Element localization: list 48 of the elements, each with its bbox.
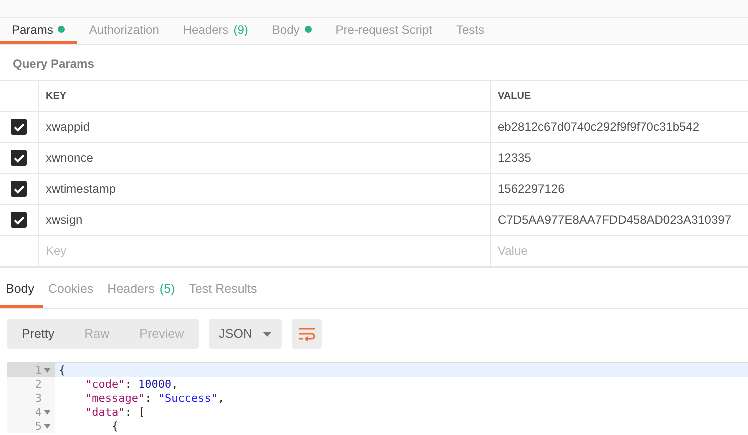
response-tab[interactable]: Test Results	[183, 278, 266, 308]
format-dropdown[interactable]: JSON	[209, 319, 282, 349]
checkbox[interactable]	[11, 150, 27, 166]
param-value-cell[interactable]: 1562297126	[490, 174, 748, 204]
request-tab[interactable]: Params	[0, 18, 78, 44]
wrap-lines-icon	[299, 327, 316, 341]
code-line: {	[58, 364, 66, 376]
param-key-cell[interactable]: xwtimestamp	[38, 174, 490, 204]
checkbox[interactable]	[11, 119, 27, 135]
param-value-cell[interactable]: eb2812c67d0740c292f9f9f70c31b542	[490, 112, 748, 142]
code-editor[interactable]: 1 { 2 "code": 10000, 3 "message": "Success", 4 "data": [ 5 {	[7, 362, 748, 435]
param-key-cell[interactable]: xwsign	[38, 205, 490, 235]
view-mode-button[interactable]: Pretty	[7, 319, 70, 349]
caret-icon	[263, 332, 272, 336]
wrap-lines-button[interactable]	[292, 319, 322, 349]
request-tab[interactable]: Authorization	[77, 18, 172, 44]
line-number: 3	[35, 392, 42, 404]
fold-caret-icon[interactable]	[44, 424, 51, 428]
request-tab[interactable]: Headers (9)	[171, 18, 260, 44]
param-key-cell[interactable]: xwnonce	[38, 143, 490, 173]
param-key-cell[interactable]: xwappid	[38, 112, 490, 142]
column-header: KEY	[38, 81, 490, 111]
request-tab[interactable]: Tests	[444, 18, 496, 44]
checkbox[interactable]	[11, 212, 27, 228]
request-tab[interactable]: Pre-request Script	[324, 18, 444, 44]
code-line: "data": [	[84, 406, 146, 418]
code-line: "message": "Success",	[84, 392, 225, 404]
check-icon	[14, 216, 24, 224]
line-number: 4	[35, 406, 42, 418]
line-number: 2	[35, 378, 42, 390]
column-header: VALUE	[490, 81, 748, 111]
response-tab[interactable]: Cookies	[42, 278, 102, 308]
code-line: {	[110, 420, 119, 432]
param-value-cell[interactable]: C7D5AA977E8AA7FDD458AD023A310397	[490, 205, 748, 235]
code-line: "code": 10000,	[84, 378, 178, 390]
response-tab[interactable]: Headers (5)	[102, 278, 184, 308]
request-tab[interactable]: Body	[260, 18, 324, 44]
line-number: 1	[35, 364, 42, 376]
check-icon	[14, 184, 24, 194]
response-tab[interactable]: Body	[0, 278, 42, 308]
check-icon	[14, 122, 24, 132]
param-value-cell[interactable]: 12335	[490, 143, 748, 173]
checkbox[interactable]	[11, 181, 27, 197]
fold-caret-icon[interactable]	[44, 410, 51, 414]
line-number: 5	[35, 420, 42, 432]
check-icon	[14, 154, 24, 162]
section-title: Query Params	[12, 56, 96, 73]
fold-caret-icon[interactable]	[44, 368, 51, 372]
